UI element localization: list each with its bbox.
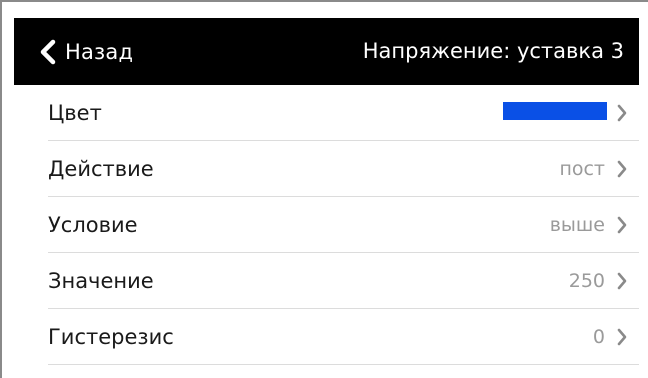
setting-label: Гистерезис — [48, 325, 174, 349]
page-title: Напряжение: уставка 3 — [362, 39, 624, 63]
setting-value: выше — [549, 214, 605, 236]
setting-row-condition[interactable]: Условие выше — [14, 197, 639, 253]
color-swatch — [503, 102, 607, 120]
chevron-left-icon — [40, 39, 56, 64]
chevron-right-icon — [617, 272, 627, 290]
setting-value: пост — [559, 158, 605, 180]
chevron-right-icon — [617, 160, 627, 178]
setting-label: Цвет — [48, 101, 102, 125]
screen-frame: Назад Напряжение: уставка 3 Цвет Действи… — [0, 0, 648, 378]
back-label: Назад — [65, 39, 134, 64]
setting-label: Значение — [48, 269, 154, 293]
row-divider — [48, 364, 639, 365]
settings-list: Цвет Действие пост Условие выше Значение — [14, 85, 639, 365]
chevron-right-icon — [617, 104, 627, 122]
setting-value: 250 — [568, 270, 605, 292]
setting-label: Действие — [48, 157, 154, 181]
setting-label: Условие — [48, 213, 138, 237]
setting-row-color[interactable]: Цвет — [14, 85, 639, 141]
chevron-right-icon — [617, 328, 627, 346]
setting-row-hysteresis[interactable]: Гистерезис 0 — [14, 309, 639, 365]
setting-value: 0 — [592, 326, 605, 348]
header-bar: Назад Напряжение: уставка 3 — [14, 18, 639, 85]
setting-row-action[interactable]: Действие пост — [14, 141, 639, 197]
chevron-right-icon — [617, 216, 627, 234]
back-button[interactable]: Назад — [14, 18, 133, 85]
setting-row-value[interactable]: Значение 250 — [14, 253, 639, 309]
